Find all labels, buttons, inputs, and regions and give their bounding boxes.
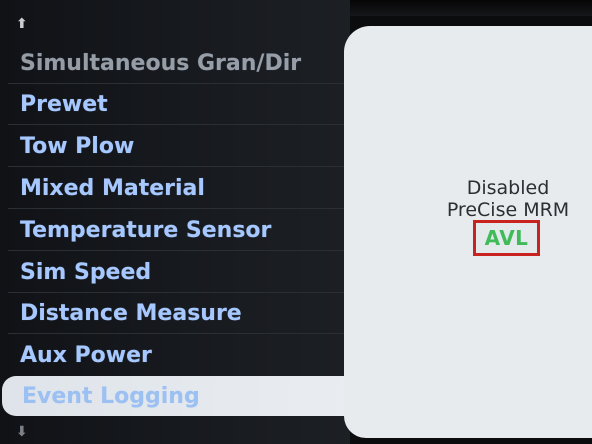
menu-item-mixed-material[interactable]: Mixed Material: [0, 168, 350, 208]
avl-highlight-box[interactable]: AVL: [473, 220, 540, 256]
menu-item-temperature-sensor[interactable]: Temperature Sensor: [0, 210, 350, 250]
menu-item-distance-measure[interactable]: Distance Measure: [0, 293, 350, 333]
menu-divider: [8, 250, 344, 251]
menu-divider: [8, 333, 344, 334]
detail-panel: [344, 26, 592, 438]
menu-divider: [8, 166, 344, 167]
menu-item-prewet[interactable]: Prewet: [0, 84, 350, 124]
menu-divider: [8, 208, 344, 209]
menu-item-sim-speed[interactable]: Sim Speed: [0, 252, 350, 292]
status-line-device: PreCise MRM: [446, 199, 570, 221]
status-line-disabled: Disabled: [466, 177, 550, 199]
menu-item-simultaneous-gran-dir[interactable]: Simultaneous Gran/Dir: [0, 43, 350, 83]
menu-item-aux-power[interactable]: Aux Power: [0, 335, 350, 375]
menu-item-tow-plow[interactable]: Tow Plow: [0, 126, 350, 166]
scroll-up-icon[interactable]: ⬆: [16, 16, 28, 32]
menu-divider: [8, 124, 344, 125]
scroll-down-icon[interactable]: ⬇: [16, 424, 28, 440]
avl-label: AVL: [484, 226, 529, 250]
menu-item-event-logging[interactable]: Event Logging: [2, 376, 352, 416]
settings-menu: ⬆ Simultaneous Gran/Dir Prewet Tow Plow …: [0, 0, 352, 444]
